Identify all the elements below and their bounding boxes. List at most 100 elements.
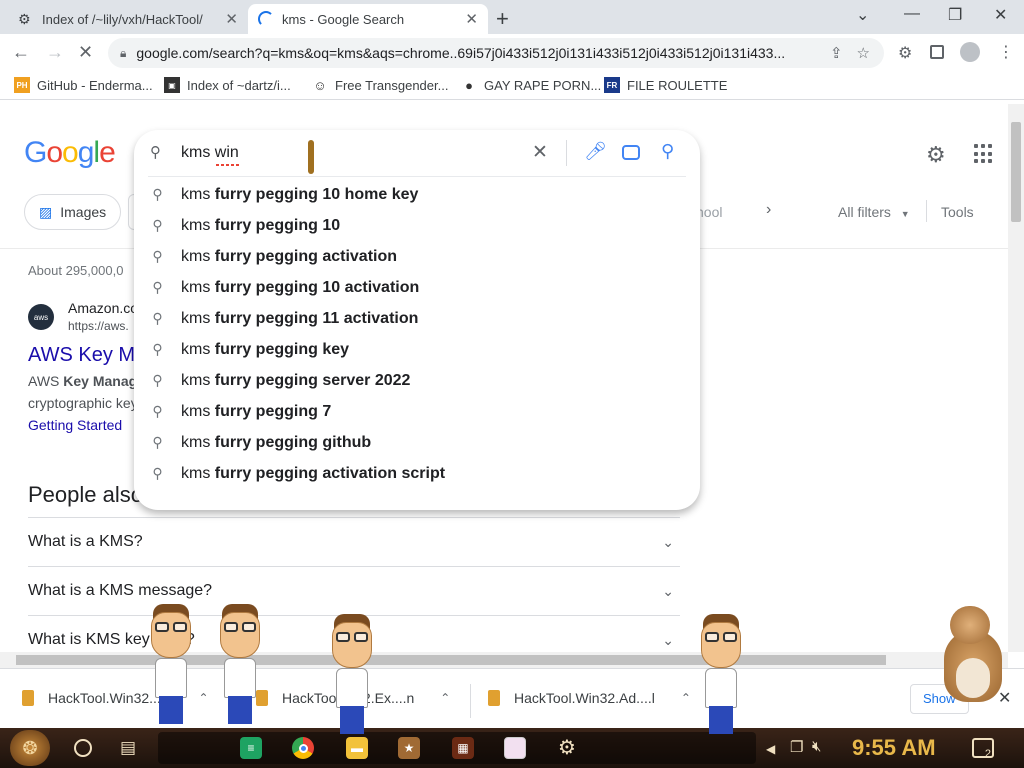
side-panel-icon[interactable] (930, 45, 944, 59)
getting-started-link[interactable]: Getting Started (28, 417, 122, 433)
window-app-icon[interactable] (504, 737, 526, 759)
chevron-down-icon: ⌄ (662, 533, 674, 550)
bookmark-label: GAY RAPE PORN... (484, 77, 602, 93)
file-icon (488, 690, 500, 706)
suggestion-item[interactable]: ⚲ kms furry pegging 7 (134, 396, 700, 427)
notifications-icon[interactable]: 2 (972, 738, 994, 760)
vertical-scrollbar[interactable] (1008, 104, 1024, 652)
app-icon[interactable]: ▦ (452, 737, 474, 759)
tab-search-chevron-icon[interactable]: ⌄ (856, 5, 869, 25)
bookmark-index-dartz[interactable]: ▣ Index of ~dartz/i... (164, 77, 291, 93)
app-icon[interactable]: ★ (398, 737, 420, 759)
tab-title: kms - Google Search (282, 11, 405, 27)
suggestion-item[interactable]: ⚲ kms furry pegging github (134, 427, 700, 458)
download-item[interactable]: HackTool.Win32.Ad....l ⌃ (488, 690, 691, 706)
settings-gear-icon[interactable]: ⚙ (558, 735, 576, 760)
settings-gear-icon[interactable]: ⚙ (926, 142, 946, 168)
profile-avatar[interactable] (960, 42, 980, 62)
bookmark-file-roulette[interactable]: FR FILE ROULETTE (604, 77, 727, 93)
search-circle-icon[interactable] (74, 739, 92, 757)
mask-icon: ☺ (313, 77, 327, 93)
suggestion-item[interactable]: ⚲ kms furry pegging 11 activation (134, 303, 700, 334)
cartoon-character (216, 604, 264, 724)
chevron-down-icon: ⌄ (662, 631, 674, 648)
suggestion-prefix: kms (181, 278, 215, 296)
restore-button[interactable]: ❐ (948, 5, 962, 25)
bookmark-github[interactable]: PH GitHub - Enderma... (14, 77, 153, 93)
suggestion-item[interactable]: ⚲ kms furry pegging 10 home key (134, 179, 700, 210)
hamster-mascot (936, 606, 1006, 706)
task-view-icon[interactable]: ▤ (120, 738, 136, 758)
back-button[interactable]: ← (12, 42, 30, 63)
file-explorer-icon[interactable]: ▬ (346, 737, 368, 759)
search-icon: ⚲ (152, 434, 163, 450)
start-button[interactable]: ❂ (10, 730, 50, 766)
close-icon[interactable]: ✕ (225, 10, 238, 28)
people-also-ask-heading: People also (28, 482, 143, 507)
suggestion-completion: furry pegging 7 (214, 402, 332, 420)
suggestion-prefix: kms (181, 247, 215, 265)
search-icon: ⚲ (152, 217, 163, 233)
sheets-app-icon[interactable]: ≡ (240, 737, 262, 759)
suggestion-item[interactable]: ⚲ kms furry pegging key (134, 334, 700, 365)
search-icon: ⚲ (152, 248, 163, 264)
taskbar-clock[interactable]: 9:55 AM (852, 735, 936, 761)
chips-scroll-right-icon[interactable]: › (766, 201, 771, 219)
search-icon: ⚲ (152, 279, 163, 295)
suggestion-item[interactable]: ⚲ kms furry pegging activation (134, 241, 700, 272)
chip-label: Images (60, 204, 107, 220)
paa-question[interactable]: What is a KMS message? ⌄ (28, 566, 680, 615)
chevron-up-icon[interactable]: ⌃ (199, 691, 209, 705)
tab-hacktool-index[interactable]: ⚙ Index of /~lily/vxh/HackTool/ ✕ (8, 4, 248, 34)
close-icon[interactable]: ✕ (465, 10, 478, 28)
minimize-button[interactable]: — (904, 5, 920, 23)
search-input[interactable]: kms win (181, 144, 239, 166)
result-snippet: AWS Key Manage (28, 373, 145, 389)
menu-kebab-icon[interactable]: ⋮ (998, 42, 1014, 62)
forward-button[interactable]: → (46, 42, 64, 63)
suggestion-completion: furry pegging 10 (214, 216, 341, 234)
chevron-left-icon[interactable]: ◀ (766, 742, 775, 756)
result-title-link[interactable]: AWS Key Ma (28, 344, 146, 367)
suggestion-item[interactable]: ⚲ kms furry pegging 10 activation (134, 272, 700, 303)
search-submit-icon[interactable]: ⚲ (661, 141, 674, 162)
bookmark-free-transgender[interactable]: ☺ Free Transgender... (312, 77, 448, 93)
stop-loading-button[interactable]: ✕ (78, 42, 93, 63)
microphone-icon[interactable]: 🎤︎ (584, 141, 607, 162)
paa-question[interactable]: What is a KMS? ⌄ (28, 517, 680, 566)
suggestion-item[interactable]: ⚲ kms furry pegging server 2022 (134, 365, 700, 396)
suggestion-prefix: kms (181, 309, 215, 327)
tab-google-search[interactable]: kms - Google Search ✕ (248, 4, 488, 34)
chrome-app-icon[interactable] (292, 737, 314, 759)
suggestion-prefix: kms (181, 464, 215, 482)
page-icon: ⚙ (18, 11, 31, 27)
search-icon: ⚲ (152, 341, 163, 357)
bookmark-gay-rape-porn[interactable]: ● GAY RAPE PORN... (461, 77, 601, 93)
suggestion-item[interactable]: ⚲ kms furry pegging 10 (134, 210, 700, 241)
aws-favicon: aws (28, 304, 54, 330)
all-filters-button[interactable]: All filters ▼ (838, 204, 910, 220)
result-url[interactable]: https://aws. (68, 319, 129, 333)
images-chip[interactable]: ▨ Images (24, 194, 122, 230)
result-snippet-line2: cryptographic key (28, 395, 138, 411)
network-icon[interactable]: ❐ (790, 738, 803, 756)
address-bar[interactable]: 🔒︎ google.com/search?q=kms&oq=kms&aqs=ch… (108, 38, 884, 68)
extensions-icon[interactable]: ⚙ (898, 43, 912, 63)
share-icon[interactable]: ⇪ (830, 44, 843, 62)
new-tab-button[interactable]: + (496, 6, 509, 32)
search-box[interactable]: ⚲ kms win ✕ 🎤︎ ⚲ (134, 130, 700, 176)
chevron-up-icon[interactable]: ⌃ (681, 691, 691, 705)
chevron-up-icon[interactable]: ⌃ (440, 691, 450, 705)
tools-button[interactable]: Tools (941, 204, 974, 220)
clear-icon[interactable]: ✕ (532, 141, 548, 164)
suggestion-completion: furry pegging 10 home key (214, 185, 419, 203)
suggestion-item[interactable]: ⚲ kms furry pegging activation script (134, 458, 700, 489)
google-apps-grid-icon[interactable] (974, 144, 994, 164)
globe-icon: ● (465, 77, 473, 93)
camera-lens-icon[interactable] (622, 145, 640, 160)
google-logo[interactable]: Google (24, 136, 116, 170)
bookmark-label: Free Transgender... (335, 77, 449, 93)
volume-muted-icon[interactable]: 🔇︎ (812, 738, 821, 755)
bookmark-star-icon[interactable]: ☆ (857, 44, 870, 62)
window-close-button[interactable]: ✕ (994, 5, 1007, 25)
